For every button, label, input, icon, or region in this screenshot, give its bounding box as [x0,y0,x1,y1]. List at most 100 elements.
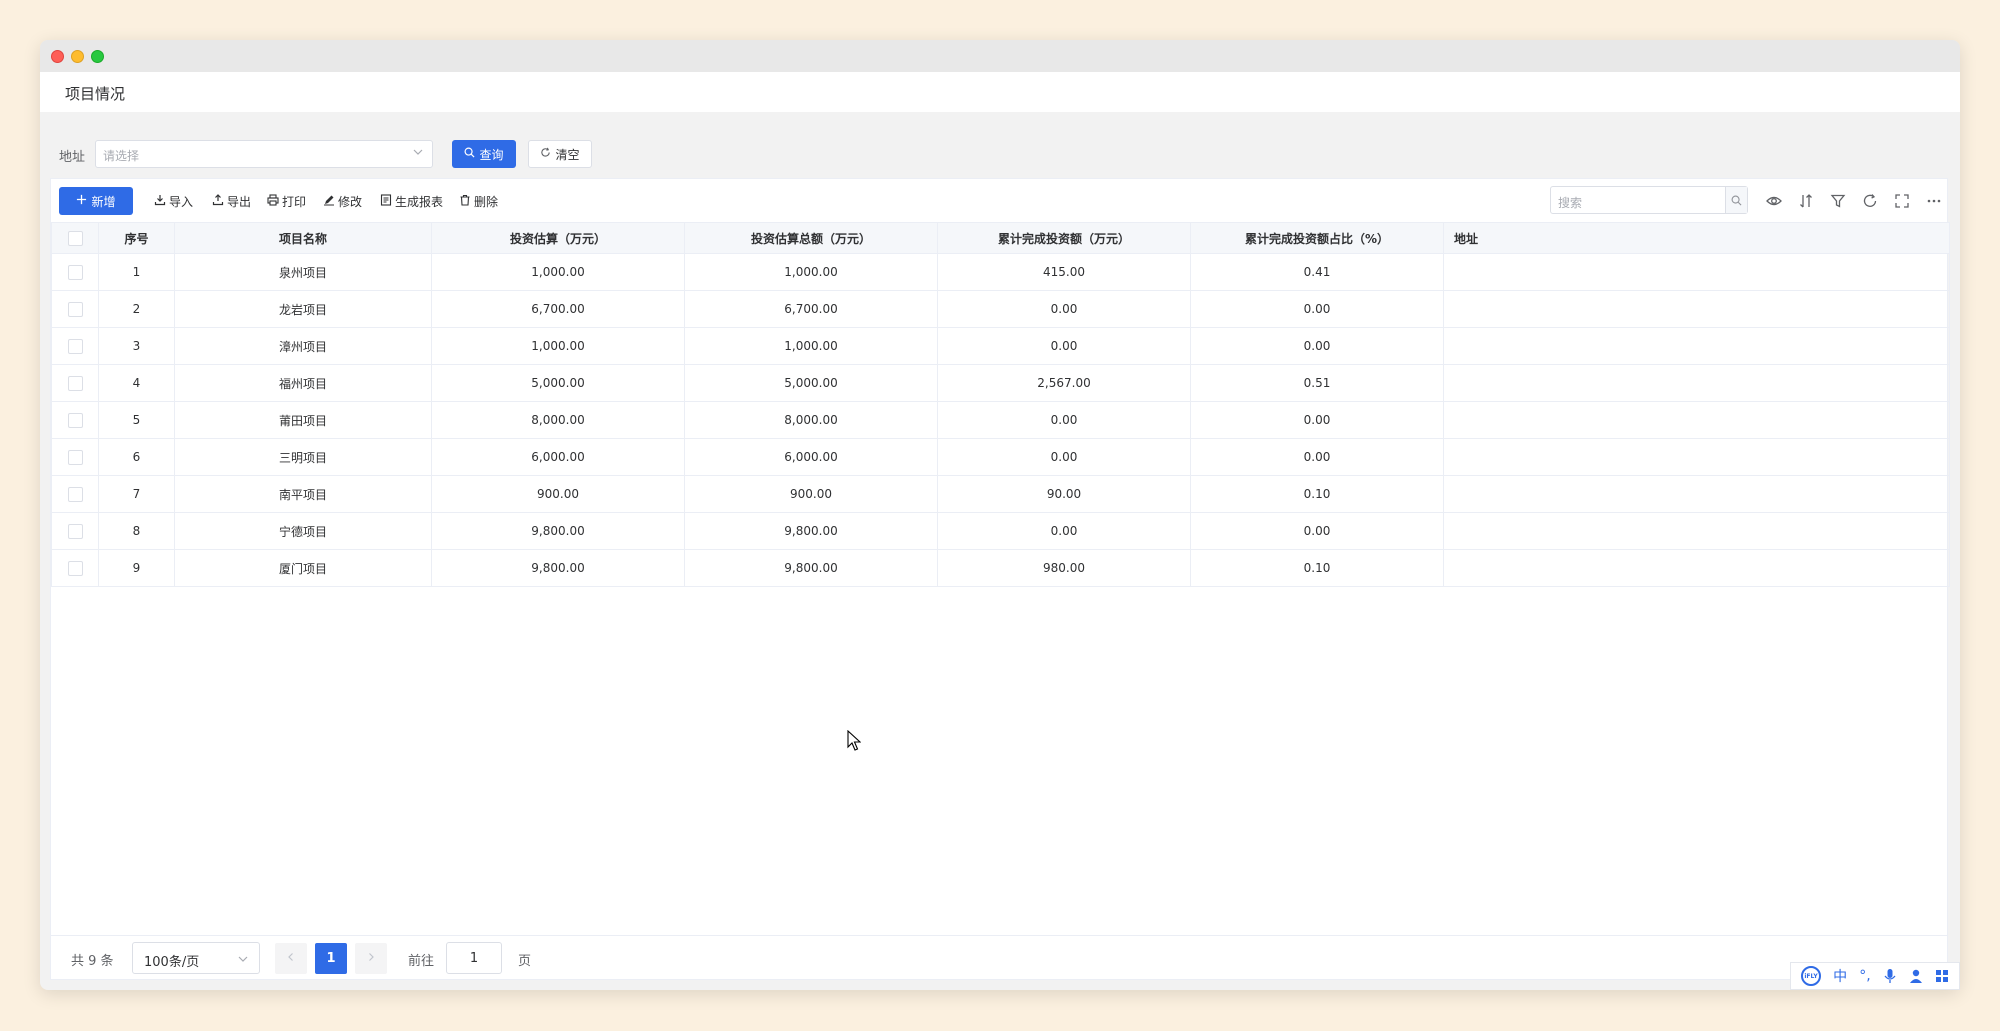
cell-name: 泉州项目 [174,253,432,291]
table-row[interactable]: 8 宁德项目 9,800.00 9,800.00 0.00 0.00 [51,512,1950,550]
refresh-icon [540,147,551,161]
search-icon[interactable] [1725,187,1747,213]
column-header[interactable]: 项目名称 [174,222,432,254]
cell-name: 莆田项目 [174,401,432,439]
fullscreen-icon[interactable] [1893,192,1911,210]
row-checkbox[interactable] [67,523,83,539]
ime-language-toggle[interactable]: 中 [1833,966,1847,986]
column-header[interactable]: 累计完成投资额占比（%） [1190,222,1444,254]
cell-address [1443,475,1950,513]
cell-name: 三明项目 [174,438,432,476]
refresh-icon[interactable] [1861,192,1879,210]
ime-logo[interactable]: iFLY [1801,966,1822,986]
address-select[interactable]: 请选择 [95,140,433,168]
cell-address [1443,438,1950,476]
grid-icon[interactable] [1935,969,1949,983]
edit-label: 修改 [338,195,363,209]
cell-completed: 0.00 [937,290,1191,328]
cell-name: 厦门项目 [174,549,432,587]
print-button[interactable]: 打印 [267,193,306,210]
query-button[interactable]: 查询 [452,140,516,168]
import-button[interactable]: 导入 [154,193,193,210]
cell-ratio: 0.00 [1190,512,1444,550]
row-select-cell [51,549,99,587]
cell-estimate-total: 1,000.00 [684,253,938,291]
cell-address [1443,290,1950,328]
more-icon[interactable] [1925,192,1943,210]
row-checkbox[interactable] [67,338,83,354]
column-header[interactable]: 序号 [98,222,175,254]
column-header[interactable]: 累计完成投资额（万元） [937,222,1191,254]
table-panel: 新增 导入 导出 打印 修改 生成报表 删除 搜索 序号 项目名称 投资估算（万… [50,178,1950,980]
generate-report-button[interactable]: 生成报表 [380,193,443,210]
user-icon[interactable] [1909,968,1923,984]
cell-completed: 0.00 [937,438,1191,476]
export-icon [212,194,224,209]
cell-estimate: 9,800.00 [431,512,685,550]
row-checkbox[interactable] [67,449,83,465]
title-bar [40,40,1960,72]
close-window-button[interactable] [51,50,64,63]
print-icon [267,194,279,209]
edit-button[interactable]: 修改 [323,193,362,210]
row-checkbox[interactable] [67,486,83,502]
clear-button-label: 清空 [555,147,580,162]
export-button[interactable]: 导出 [212,193,251,210]
row-select-cell [51,512,99,550]
row-checkbox[interactable] [67,301,83,317]
table-search-input[interactable]: 搜索 [1550,186,1748,214]
row-checkbox[interactable] [67,375,83,391]
app-window: 项目情况 地址 请选择 查询 清空 新增 导入 导出 打印 修改 生成报表 删除… [40,40,1960,990]
prev-page-button[interactable] [275,943,307,974]
page-size-select[interactable]: 100条/页 [132,942,260,974]
cell-estimate: 6,000.00 [431,438,685,476]
cell-estimate-total: 6,700.00 [684,290,938,328]
row-select-cell [51,290,99,328]
ime-toolbar: iFLY 中 °, [1790,962,1960,990]
table-row[interactable]: 7 南平项目 900.00 900.00 90.00 0.10 [51,475,1950,513]
address-select-placeholder: 请选择 [103,149,140,163]
filter-icon[interactable] [1829,192,1847,210]
sort-icon[interactable] [1797,192,1815,210]
page-number-button[interactable]: 1 [315,943,347,974]
add-button[interactable]: 新增 [59,187,133,215]
cell-no: 7 [98,475,175,513]
table-search-placeholder: 搜索 [1558,196,1583,210]
table-row[interactable]: 2 龙岩项目 6,700.00 6,700.00 0.00 0.00 [51,290,1950,328]
microphone-icon[interactable] [1883,968,1897,984]
delete-button[interactable]: 删除 [459,193,498,210]
add-button-label: 新增 [91,194,116,209]
table-row[interactable]: 5 莆田项目 8,000.00 8,000.00 0.00 0.00 [51,401,1950,439]
table-row[interactable]: 3 漳州项目 1,000.00 1,000.00 0.00 0.00 [51,327,1950,365]
cell-name: 福州项目 [174,364,432,402]
maximize-window-button[interactable] [91,50,104,63]
cell-estimate: 9,800.00 [431,549,685,587]
row-checkbox[interactable] [67,264,83,280]
column-header[interactable]: 地址 [1443,222,1950,254]
cell-estimate: 6,700.00 [431,290,685,328]
cell-completed: 980.00 [937,549,1191,587]
goto-page-input[interactable]: 1 [446,942,502,974]
select-all-checkbox[interactable] [67,230,83,246]
row-checkbox[interactable] [67,412,83,428]
minimize-window-button[interactable] [71,50,84,63]
cell-ratio: 0.10 [1190,549,1444,587]
page-size-value: 100条/页 [144,955,200,970]
table-row[interactable]: 4 福州项目 5,000.00 5,000.00 2,567.00 0.51 [51,364,1950,402]
row-checkbox[interactable] [67,560,83,576]
column-header[interactable]: 投资估算（万元） [431,222,685,254]
next-page-button[interactable] [355,943,387,974]
table-row[interactable]: 1 泉州项目 1,000.00 1,000.00 415.00 0.41 [51,253,1950,291]
clear-button[interactable]: 清空 [528,140,592,168]
plus-icon [76,194,87,208]
cell-no: 9 [98,549,175,587]
ime-punctuation-toggle[interactable]: °, [1859,968,1870,984]
table-row[interactable]: 6 三明项目 6,000.00 6,000.00 0.00 0.00 [51,438,1950,476]
cell-name: 南平项目 [174,475,432,513]
eye-icon[interactable] [1765,192,1783,210]
cell-completed: 0.00 [937,401,1191,439]
cell-estimate: 1,000.00 [431,327,685,365]
table-row[interactable]: 9 厦门项目 9,800.00 9,800.00 980.00 0.10 [51,549,1950,587]
cell-address [1443,512,1950,550]
column-header[interactable]: 投资估算总额（万元） [684,222,938,254]
